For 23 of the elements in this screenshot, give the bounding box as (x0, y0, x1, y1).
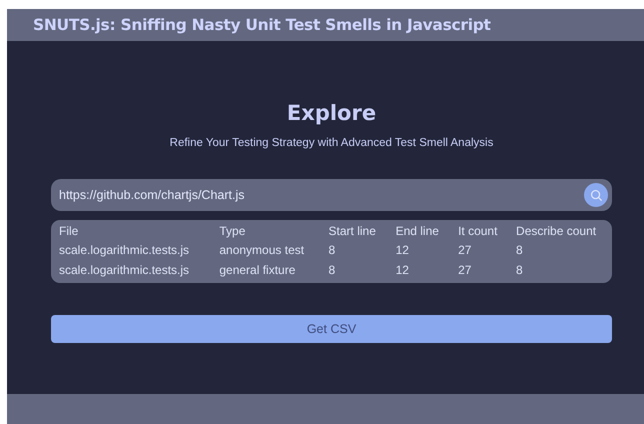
app-title: SNUTS.js: Sniffing Nasty Unit Test Smells in Javascript (33, 16, 491, 34)
table-cell-text: scale.logarithmic.tests.js (58, 242, 190, 259)
search-icon (590, 188, 602, 202)
table-cell-text: 8 (515, 242, 524, 259)
table-cell-text: general fixture (218, 262, 296, 279)
table-cell-text: 27 (457, 242, 472, 259)
table-cell-text: 8 (515, 262, 524, 279)
table-cell-text: 27 (457, 262, 472, 279)
page-heading: Explore (286, 101, 376, 125)
table-cell-text: 12 (394, 262, 410, 279)
table-cell-text: scale.logarithmic.tests.js (58, 262, 190, 279)
url-field[interactable]: https://github.com/chartjs/Chart.js (51, 179, 612, 211)
column-header: Type (218, 223, 246, 240)
table-cell-text: anonymous test (218, 242, 306, 259)
column-header: Describe count (515, 223, 598, 240)
table-cell-text: 12 (394, 242, 410, 259)
column-header: File (58, 223, 80, 240)
table-cell-text: 8 (328, 262, 336, 279)
table-cell-text: 8 (328, 242, 336, 259)
column-header: It count (457, 223, 498, 240)
column-header: End line (394, 223, 440, 240)
page-subtitle: Refine Your Testing Strategy with Advanced Test Smell Analysis (170, 137, 494, 149)
column-header: Start line (328, 223, 377, 240)
